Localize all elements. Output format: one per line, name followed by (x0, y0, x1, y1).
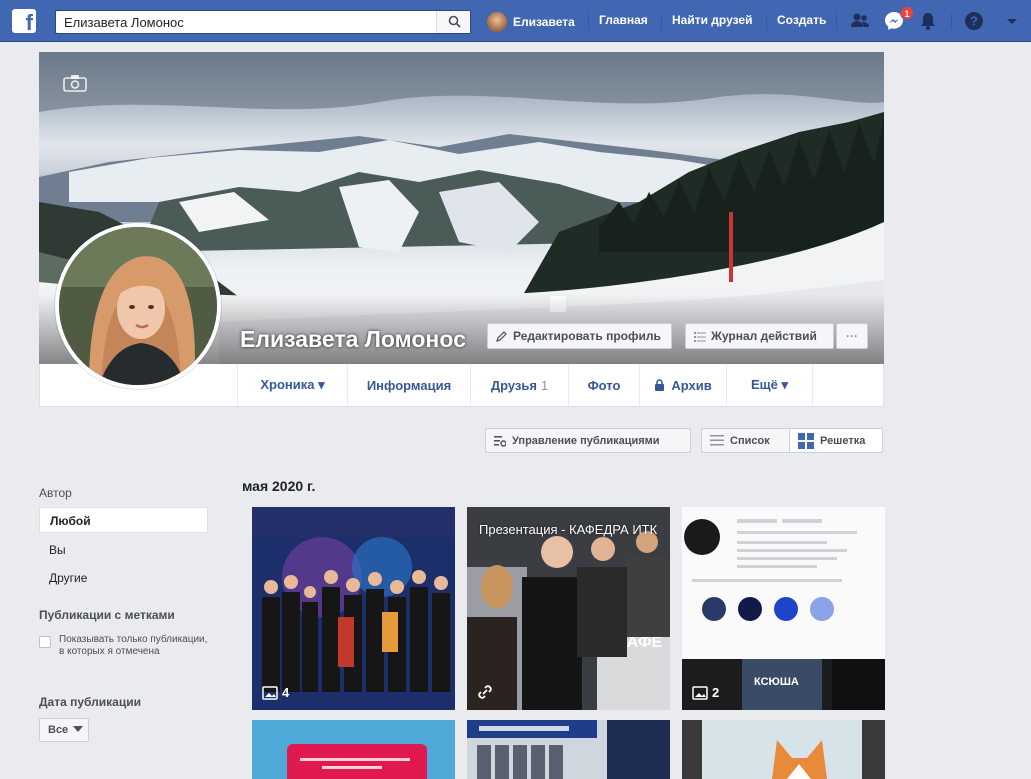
post-photo-fox-drawing (682, 720, 885, 779)
camera-icon[interactable] (63, 74, 87, 92)
manage-posts-icon (494, 435, 506, 447)
list-view-icon (710, 435, 724, 446)
svg-text:?: ? (970, 14, 978, 29)
post-caption: Презентация - КАФЕДРА ИТК (479, 522, 658, 537)
date-filter-select[interactable]: Все (39, 718, 89, 742)
nav-create-link[interactable]: Создать (777, 13, 826, 27)
tab-archive[interactable]: Архив (639, 364, 726, 406)
tagged-only-label: Показывать только публикации, в которых … (59, 634, 208, 657)
notifications-bell-icon[interactable] (917, 10, 939, 32)
photos-icon (262, 685, 278, 700)
post-tile[interactable] (682, 720, 885, 779)
date-filter-heading: Дата публикации (39, 695, 141, 709)
nav-user-profile-link[interactable]: Елизавета (487, 12, 575, 32)
tab-timeline[interactable]: Хроника ▾ (237, 364, 347, 406)
messenger-badge: 1 (900, 6, 914, 20)
nav-separator (951, 14, 952, 30)
nav-user-name: Елизавета (513, 15, 575, 29)
friends-count: 1 (540, 377, 549, 393)
profile-photo (59, 227, 217, 385)
profile-name[interactable]: Елизавета Ломонос (240, 326, 466, 353)
manage-posts-button[interactable]: Управление публикациями (485, 428, 691, 453)
facebook-logo-icon[interactable]: f (12, 9, 36, 33)
nav-find-friends-link[interactable]: Найти друзей (672, 13, 752, 27)
post-photo-ministry (467, 720, 670, 779)
photo-count-badge: 2 (692, 685, 719, 700)
tab-about[interactable]: Информация (347, 364, 470, 406)
tab-archive-label: Архив (671, 377, 712, 393)
photos-icon (692, 685, 708, 700)
author-filter-heading: Автор (39, 486, 72, 500)
tagged-filter-heading: Публикации с метками (39, 608, 175, 622)
tab-friends[interactable]: Друзья 1 (470, 364, 568, 406)
photo-count: 2 (712, 685, 720, 700)
list-icon (694, 331, 706, 342)
author-option-any[interactable]: Любой (39, 507, 208, 533)
list-view-button[interactable]: Список (701, 428, 790, 453)
photo-count: 4 (282, 685, 290, 700)
nav-home-link[interactable]: Главная (599, 13, 648, 27)
tab-photos[interactable]: Фото (568, 364, 639, 406)
grid-view-icon (798, 432, 814, 449)
nav-separator (661, 14, 662, 30)
tab-more[interactable]: Ещё ▾ (726, 364, 813, 406)
help-icon[interactable]: ? (963, 10, 985, 32)
nav-separator (836, 14, 837, 30)
search-button[interactable] (436, 11, 470, 33)
nav-separator (588, 14, 589, 30)
profile-picture[interactable] (55, 223, 221, 389)
post-photo-group (252, 507, 455, 710)
author-option-you[interactable]: Вы (39, 537, 208, 563)
post-photo-screenshot: КСЮША (682, 507, 885, 710)
tagged-only-option[interactable]: Показывать только публикации, в которых … (39, 634, 209, 658)
svg-text:КСЮША: КСЮША (754, 676, 799, 688)
tab-friends-label: Друзья (490, 377, 537, 393)
link-badge (477, 684, 497, 700)
edit-profile-label: Редактировать профиль (513, 329, 661, 343)
post-tile[interactable] (252, 720, 455, 779)
activity-log-button[interactable]: Журнал действий (685, 323, 834, 349)
profile-portrait-image (59, 227, 217, 385)
nav-separator (766, 14, 767, 30)
month-heading: мая 2020 г. (242, 478, 316, 494)
link-icon (478, 685, 492, 699)
lock-icon (655, 379, 665, 391)
post-tile[interactable] (467, 720, 670, 779)
activity-log-label: Журнал действий (711, 329, 817, 343)
tagged-only-checkbox[interactable] (39, 636, 51, 648)
pencil-icon (496, 331, 507, 342)
date-filter-value: Все (48, 724, 69, 736)
avatar (487, 12, 507, 32)
author-option-others[interactable]: Другие (39, 565, 208, 591)
grid-view-button[interactable]: Решетка (789, 428, 883, 453)
grid-view-label: Решетка (820, 434, 866, 447)
list-view-label: Список (730, 434, 770, 447)
post-photo-screen (252, 720, 455, 779)
search-box (55, 10, 471, 34)
chevron-down-icon[interactable] (1001, 10, 1023, 32)
search-input[interactable] (56, 11, 436, 33)
search-icon (448, 15, 461, 28)
more-options-button[interactable]: ··· (836, 323, 868, 349)
top-navigation-bar: f Елизавета Главная Найти друзей Создать… (0, 0, 1031, 42)
post-tile[interactable]: КАФЕ Презентация - КАФЕДРА ИТК (467, 507, 670, 710)
manage-posts-label: Управление публикациями (512, 434, 660, 447)
caret-down-icon (73, 726, 84, 732)
friend-requests-icon[interactable] (849, 10, 871, 32)
post-tile[interactable]: КСЮША 2 (682, 507, 885, 710)
photo-count-badge: 4 (262, 685, 289, 700)
post-tile[interactable]: 4 (252, 507, 455, 710)
edit-profile-button[interactable]: Редактировать профиль (487, 323, 672, 349)
